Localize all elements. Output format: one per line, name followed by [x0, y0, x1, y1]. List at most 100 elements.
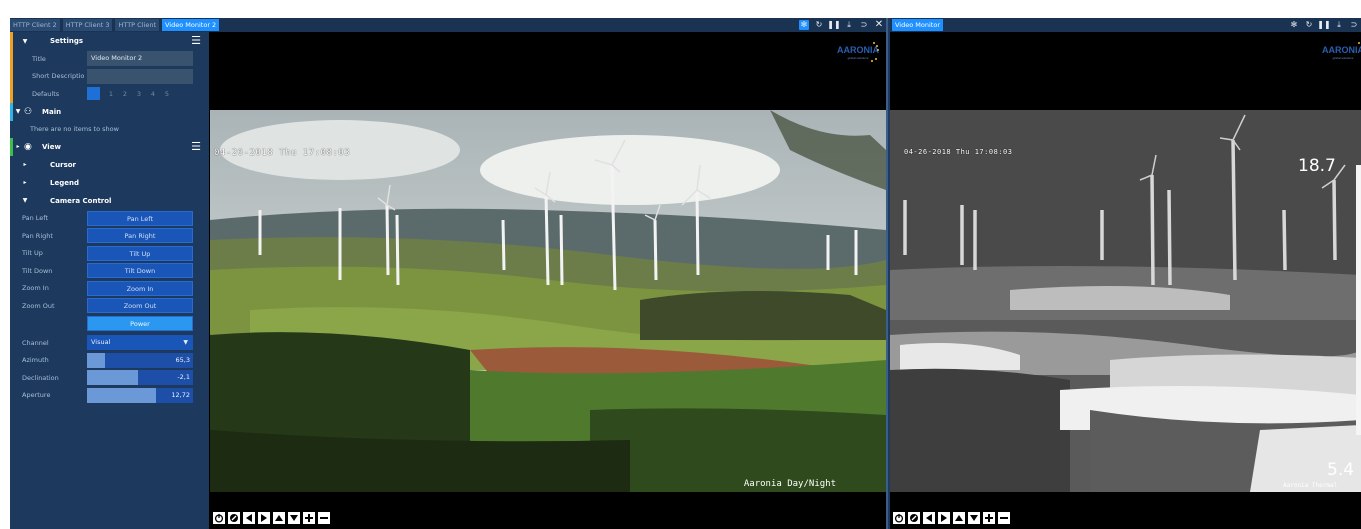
default-slot-4[interactable]: 4 — [146, 90, 160, 98]
temperature-min: 5.4 — [1327, 460, 1355, 480]
pan-left-icon[interactable] — [242, 511, 256, 525]
azimuth-label: Azimuth — [22, 356, 49, 365]
zoom-out-label: Zoom Out — [22, 301, 55, 310]
pan-right-icon[interactable] — [937, 511, 951, 525]
tab-video-monitor-2[interactable]: Video Monitor 2 — [162, 19, 220, 31]
refresh-icon[interactable]: ↻ — [814, 20, 824, 30]
pause-icon[interactable]: ❚❚ — [1317, 20, 1330, 30]
pause-icon[interactable]: ❚❚ — [827, 20, 840, 30]
declination-row: Declination -2,1 — [10, 369, 209, 387]
cursor-section-header[interactable]: ▸ Cursor — [10, 156, 209, 174]
expand-caret-icon[interactable]: ▸ — [18, 161, 32, 168]
right-date-overlay: 04-26-2018 Thu 17:08:03 — [904, 148, 1013, 156]
tilt-up-icon[interactable] — [272, 511, 286, 525]
declination-slider[interactable]: -2,1 — [87, 370, 193, 386]
declination-label: Declination — [22, 373, 59, 382]
tab-http-client-2[interactable]: HTTP Client 2 — [10, 19, 60, 31]
power-button[interactable]: Power — [87, 315, 193, 331]
video-monitor-2-pane: HTTP Client 2 HTTP Client 3 HTTP Client … — [10, 18, 888, 529]
power-icon[interactable] — [212, 511, 226, 525]
pan-left-label: Pan Left — [22, 214, 49, 223]
zoom-in-icon[interactable] — [982, 511, 996, 525]
day-night-camera-image — [210, 110, 886, 492]
empty-message: There are no items to show — [30, 124, 119, 133]
download-icon[interactable]: ⤓ — [1334, 20, 1344, 30]
expand-caret-icon[interactable]: ▸ — [18, 179, 32, 186]
pan-left-button[interactable]: Pan Left — [87, 210, 193, 226]
download-icon[interactable]: ⤓ — [844, 20, 854, 30]
expand-caret-icon[interactable]: ▸ — [14, 143, 22, 150]
zoom-out-icon[interactable] — [317, 511, 331, 525]
zoom-in-label: Zoom In — [22, 284, 49, 293]
short-description-input[interactable] — [87, 68, 193, 84]
refresh-icon[interactable]: ↻ — [1304, 20, 1314, 30]
collapse-caret-icon[interactable]: ▼ — [18, 38, 32, 45]
default-slot-active[interactable] — [87, 87, 100, 101]
close-icon[interactable]: ✕ — [874, 20, 884, 30]
title-input[interactable]: Video Monitor 2 — [87, 51, 193, 67]
gear-icon[interactable]: ✻ — [799, 20, 809, 30]
zoom-in-icon[interactable] — [302, 511, 316, 525]
left-ptz-controls — [212, 511, 331, 525]
pan-right-icon[interactable] — [257, 511, 271, 525]
zoom-out-row: Zoom Out Zoom Out — [10, 297, 209, 315]
camera-control-header[interactable]: ▼ Camera Control — [10, 192, 209, 210]
left-camera-caption: Aaronia Day/Night — [743, 479, 836, 489]
menu-icon[interactable]: ☰ — [191, 35, 201, 46]
gear-icon[interactable]: ✻ — [1289, 20, 1299, 30]
video-view-thermal[interactable]: AARONIA global solutions 04-26-2018 Thu … — [890, 32, 1361, 529]
default-slot-1[interactable]: 1 — [104, 90, 118, 98]
declination-value: -2,1 — [177, 373, 190, 382]
video-view-day-night[interactable]: AARONIA global solutions 04-26-2018 Thu … — [210, 32, 886, 529]
defaults-label: Defaults — [32, 89, 60, 98]
tilt-down-icon[interactable] — [967, 511, 981, 525]
tilt-up-button[interactable]: Tilt Up — [87, 245, 193, 261]
default-slot-2[interactable]: 2 — [118, 90, 132, 98]
collapse-caret-icon[interactable]: ▼ — [14, 108, 22, 115]
zoom-in-button[interactable]: Zoom In — [87, 280, 193, 296]
channel-select[interactable]: Visual ▼ — [87, 335, 193, 351]
left-date-overlay: 04-26-2018 Thu 17:08:03 — [214, 148, 351, 158]
settings-dial-icon[interactable] — [227, 511, 241, 525]
default-slot-5[interactable]: 5 — [160, 90, 174, 98]
collapse-caret-icon[interactable]: ▼ — [18, 197, 32, 204]
channel-label: Channel — [22, 338, 49, 347]
zoom-out-icon[interactable] — [997, 511, 1011, 525]
tab-http-client-3[interactable]: HTTP Client 3 — [62, 19, 113, 31]
main-section-header[interactable]: ▼ ⚇ Main — [10, 102, 209, 121]
channel-select-value: Visual — [91, 338, 111, 347]
legend-section-header[interactable]: ▸ Legend — [10, 174, 209, 192]
zoom-out-button[interactable]: Zoom Out — [87, 298, 193, 314]
pane-toolbar: ✻ ↻ ❚❚ ⤓ ⊃ — [1289, 18, 1359, 32]
main-section-title: Main — [42, 107, 62, 116]
view-section-header[interactable]: ▸ ◉ View ☰ — [10, 137, 209, 156]
settings-dial-icon[interactable] — [907, 511, 921, 525]
settings-header[interactable]: ▼ Settings ☰ — [10, 32, 209, 50]
application-window: HTTP Client 2 HTTP Client 3 HTTP Client … — [10, 18, 1361, 529]
defaults-row: Defaults 1 2 3 4 5 — [10, 85, 209, 103]
tilt-down-button[interactable]: Tilt Down — [87, 263, 193, 279]
cursor-section-title: Cursor — [50, 160, 77, 169]
aaronia-logo: AARONIA global solutions — [1322, 42, 1361, 60]
eye-icon: ◉ — [24, 141, 32, 152]
tab-video-monitor[interactable]: Video Monitor — [892, 19, 943, 31]
power-icon[interactable] — [892, 511, 906, 525]
aperture-row: Aperture 12,72 — [10, 387, 209, 405]
pan-left-icon[interactable] — [922, 511, 936, 525]
azimuth-row: Azimuth 65,3 — [10, 352, 209, 370]
pan-right-button[interactable]: Pan Right — [87, 228, 193, 244]
camera-control-title: Camera Control — [50, 196, 112, 205]
settings-title: Settings — [50, 37, 84, 45]
chevron-down-icon: ▼ — [183, 339, 188, 347]
aperture-slider[interactable]: 12,72 — [87, 387, 193, 403]
tilt-down-icon[interactable] — [287, 511, 301, 525]
menu-icon[interactable]: ☰ — [191, 141, 201, 152]
azimuth-slider[interactable]: 65,3 — [87, 352, 193, 368]
tab-http-client[interactable]: HTTP Client — [115, 19, 159, 31]
pin-icon[interactable]: ⊃ — [859, 20, 869, 30]
default-slot-3[interactable]: 3 — [132, 90, 146, 98]
title-row: Title Video Monitor 2 — [10, 50, 209, 68]
pin-icon[interactable]: ⊃ — [1349, 20, 1359, 30]
short-description-label: Short Descriptio — [32, 72, 85, 81]
tilt-up-icon[interactable] — [952, 511, 966, 525]
